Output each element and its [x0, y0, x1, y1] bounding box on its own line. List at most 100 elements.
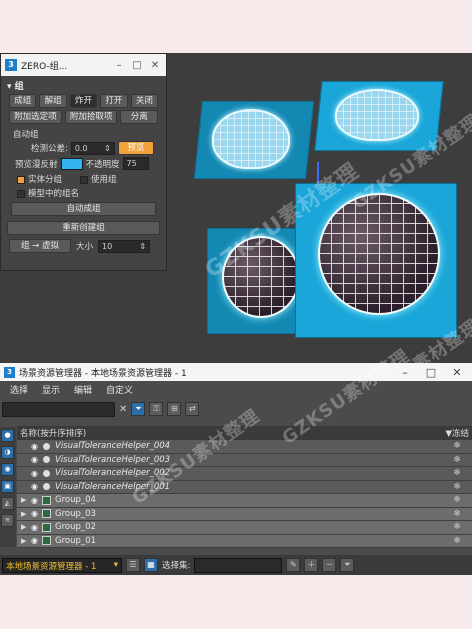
model-group-name-checkbox[interactable]: 模型中的组名 — [1, 186, 166, 200]
table-row[interactable]: ▶ ◉ Group_01 ❄ — [17, 534, 472, 548]
table-row[interactable]: ◉ VisualToleranceHelper_002 ❄ — [17, 467, 472, 481]
scene-icon[interactable]: ▦ — [144, 558, 158, 572]
eye-icon[interactable]: ◉ — [31, 455, 41, 464]
preview-button[interactable]: 预览 — [117, 141, 154, 155]
minimize-icon[interactable]: – — [112, 60, 126, 71]
explode-button[interactable]: 炸开 — [69, 94, 98, 108]
row-name: VisualToleranceHelper_001 — [55, 481, 171, 492]
spinner-arrows-icon[interactable]: ⇕ — [139, 241, 146, 252]
eye-icon[interactable]: ◉ — [31, 442, 41, 451]
solid-group-checkbox[interactable]: 实体分组 — [17, 173, 62, 185]
light-filter-icon[interactable]: ◉ — [1, 463, 14, 476]
render-dot-icon[interactable] — [43, 469, 50, 477]
eye-icon[interactable]: ◉ — [31, 469, 41, 478]
menu-display[interactable]: 显示 — [42, 383, 60, 396]
selection-set-label: 选择集: — [162, 561, 191, 571]
column-freeze-header[interactable]: ▼冻结 — [445, 427, 469, 439]
expand-arrow-icon[interactable]: ▶ — [21, 496, 29, 504]
section-header[interactable]: ▾ 组 — [1, 76, 166, 93]
status-bar: 本地场景资源管理器 - 1 ▾ ☰ ▦ 选择集: ✎ ＋ － ⏷ — [0, 555, 472, 575]
hierarchy-icon[interactable]: ⊞ — [167, 402, 182, 416]
preview-color-swatch[interactable] — [60, 157, 83, 170]
close-icon[interactable]: ✕ — [148, 60, 162, 71]
camera-filter-icon[interactable]: ▣ — [1, 480, 14, 493]
freeze-icon[interactable]: ❄ — [442, 455, 472, 465]
table-row[interactable]: ◉ VisualToleranceHelper_001 ❄ — [17, 480, 472, 494]
viewport-sphere-2 — [318, 193, 440, 315]
eye-icon[interactable]: ◉ — [31, 496, 41, 505]
eye-icon[interactable]: ◉ — [31, 482, 41, 491]
maximize-icon[interactable]: □ — [420, 366, 442, 379]
close-icon[interactable]: ✕ — [446, 366, 468, 379]
scene-explorer: 3 场景资源管理器 - 本地场景资源管理器 - 1 – □ ✕ 选择 显示 编辑… — [0, 346, 472, 575]
eye-icon[interactable]: ◉ — [31, 509, 41, 518]
ungroup-button[interactable]: 解组 — [39, 94, 67, 108]
freeze-icon[interactable]: ❄ — [442, 468, 472, 478]
freeze-icon[interactable]: ❄ — [442, 441, 472, 451]
group-icon — [42, 522, 51, 532]
freeze-icon[interactable]: ❄ — [442, 522, 472, 532]
scene-explorer-title: 场景资源管理器 - 本地场景资源管理器 - 1 — [19, 368, 187, 379]
attach-picked-button[interactable]: 附加拾取项 — [64, 110, 118, 124]
group-button[interactable]: 成组 — [9, 94, 37, 108]
freeze-icon[interactable]: ❄ — [442, 536, 472, 546]
open-button[interactable]: 打开 — [100, 94, 128, 108]
spinner-arrows-icon[interactable]: ⇕ — [104, 143, 111, 154]
render-dot-icon[interactable] — [43, 483, 50, 491]
tolerance-label: 检测公差: — [31, 144, 68, 154]
attach-selected-button[interactable]: 附加选定项 — [9, 110, 62, 124]
add-set-icon[interactable]: ＋ — [304, 558, 319, 572]
expand-arrow-icon[interactable]: ▶ — [21, 523, 29, 531]
row-name: Group_03 — [55, 508, 96, 519]
table-row[interactable]: ◉ VisualToleranceHelper_003 ❄ — [17, 453, 472, 467]
selection-set-select[interactable] — [194, 557, 283, 573]
group-to-virtual-button[interactable]: 组 → 虚拟 — [9, 239, 71, 253]
explorer-select[interactable]: 本地场景资源管理器 - 1 ▾ — [2, 557, 122, 573]
maximize-icon[interactable]: □ — [130, 60, 144, 71]
eye-icon[interactable]: ◉ — [31, 536, 41, 545]
menu-edit[interactable]: 编辑 — [74, 383, 92, 396]
viewport-teapot-2 — [335, 89, 419, 141]
detach-button[interactable]: 分离 — [120, 110, 158, 124]
remove-set-icon[interactable]: － — [322, 558, 337, 572]
table-row[interactable]: ▶ ◉ Group_04 ❄ — [17, 494, 472, 508]
render-dot-icon[interactable] — [43, 456, 50, 464]
table-row[interactable]: ◉ VisualToleranceHelper_004 ❄ — [17, 440, 472, 454]
expand-arrow-icon[interactable]: ▶ — [21, 510, 29, 518]
menu-select[interactable]: 选择 — [10, 383, 28, 396]
clear-search-icon[interactable]: ✕ — [119, 404, 127, 415]
close-group-button[interactable]: 关闭 — [130, 94, 159, 108]
spacewarp-filter-icon[interactable]: ≋ — [1, 514, 14, 527]
opacity-label: 不透明度 — [85, 159, 120, 170]
edit-set-icon[interactable]: ✎ — [286, 558, 301, 572]
table-row[interactable]: ▶ ◉ Group_03 ❄ — [17, 507, 472, 521]
tolerance-spinner[interactable]: 0.0 ⇕ — [70, 141, 115, 155]
checkbox-icon — [80, 175, 89, 184]
render-dot-icon[interactable] — [43, 442, 50, 450]
search-input[interactable] — [2, 401, 115, 417]
freeze-icon[interactable]: ❄ — [442, 482, 472, 492]
auto-group-button[interactable]: 自动成组 — [11, 202, 156, 216]
recreate-group-button[interactable]: 重新创建组 — [7, 221, 160, 235]
model-group-name-label: 模型中的组名 — [28, 189, 80, 199]
layers-icon[interactable]: ☰ — [126, 558, 140, 572]
sync-selection-icon[interactable]: ⇄ — [185, 402, 200, 416]
helper-filter-icon[interactable]: ◭ — [1, 497, 14, 510]
use-group-checkbox[interactable]: 使用组 — [80, 173, 117, 185]
explorer-select-value: 本地场景资源管理器 - 1 — [6, 561, 97, 572]
size-spinner[interactable]: 10 ⇕ — [98, 239, 151, 253]
opacity-spinner[interactable]: 75 — [122, 157, 149, 170]
menu-customize[interactable]: 自定义 — [106, 383, 133, 396]
use-group-label: 使用组 — [91, 175, 117, 185]
filter-set-icon[interactable]: ⏷ — [340, 558, 355, 572]
expand-arrow-icon[interactable]: ▶ — [21, 537, 29, 545]
geometry-filter-icon[interactable]: ● — [1, 429, 14, 442]
filter-icon[interactable]: ⏷ — [131, 402, 146, 416]
freeze-icon[interactable]: ❄ — [442, 495, 472, 505]
shape-filter-icon[interactable]: ◑ — [1, 446, 14, 459]
lock-icon[interactable]: ⚿ — [149, 402, 164, 416]
section-title: 组 — [14, 82, 24, 92]
freeze-icon[interactable]: ❄ — [442, 509, 472, 519]
eye-icon[interactable]: ◉ — [31, 523, 41, 532]
table-row[interactable]: ▶ ◉ Group_02 ❄ — [17, 521, 472, 535]
